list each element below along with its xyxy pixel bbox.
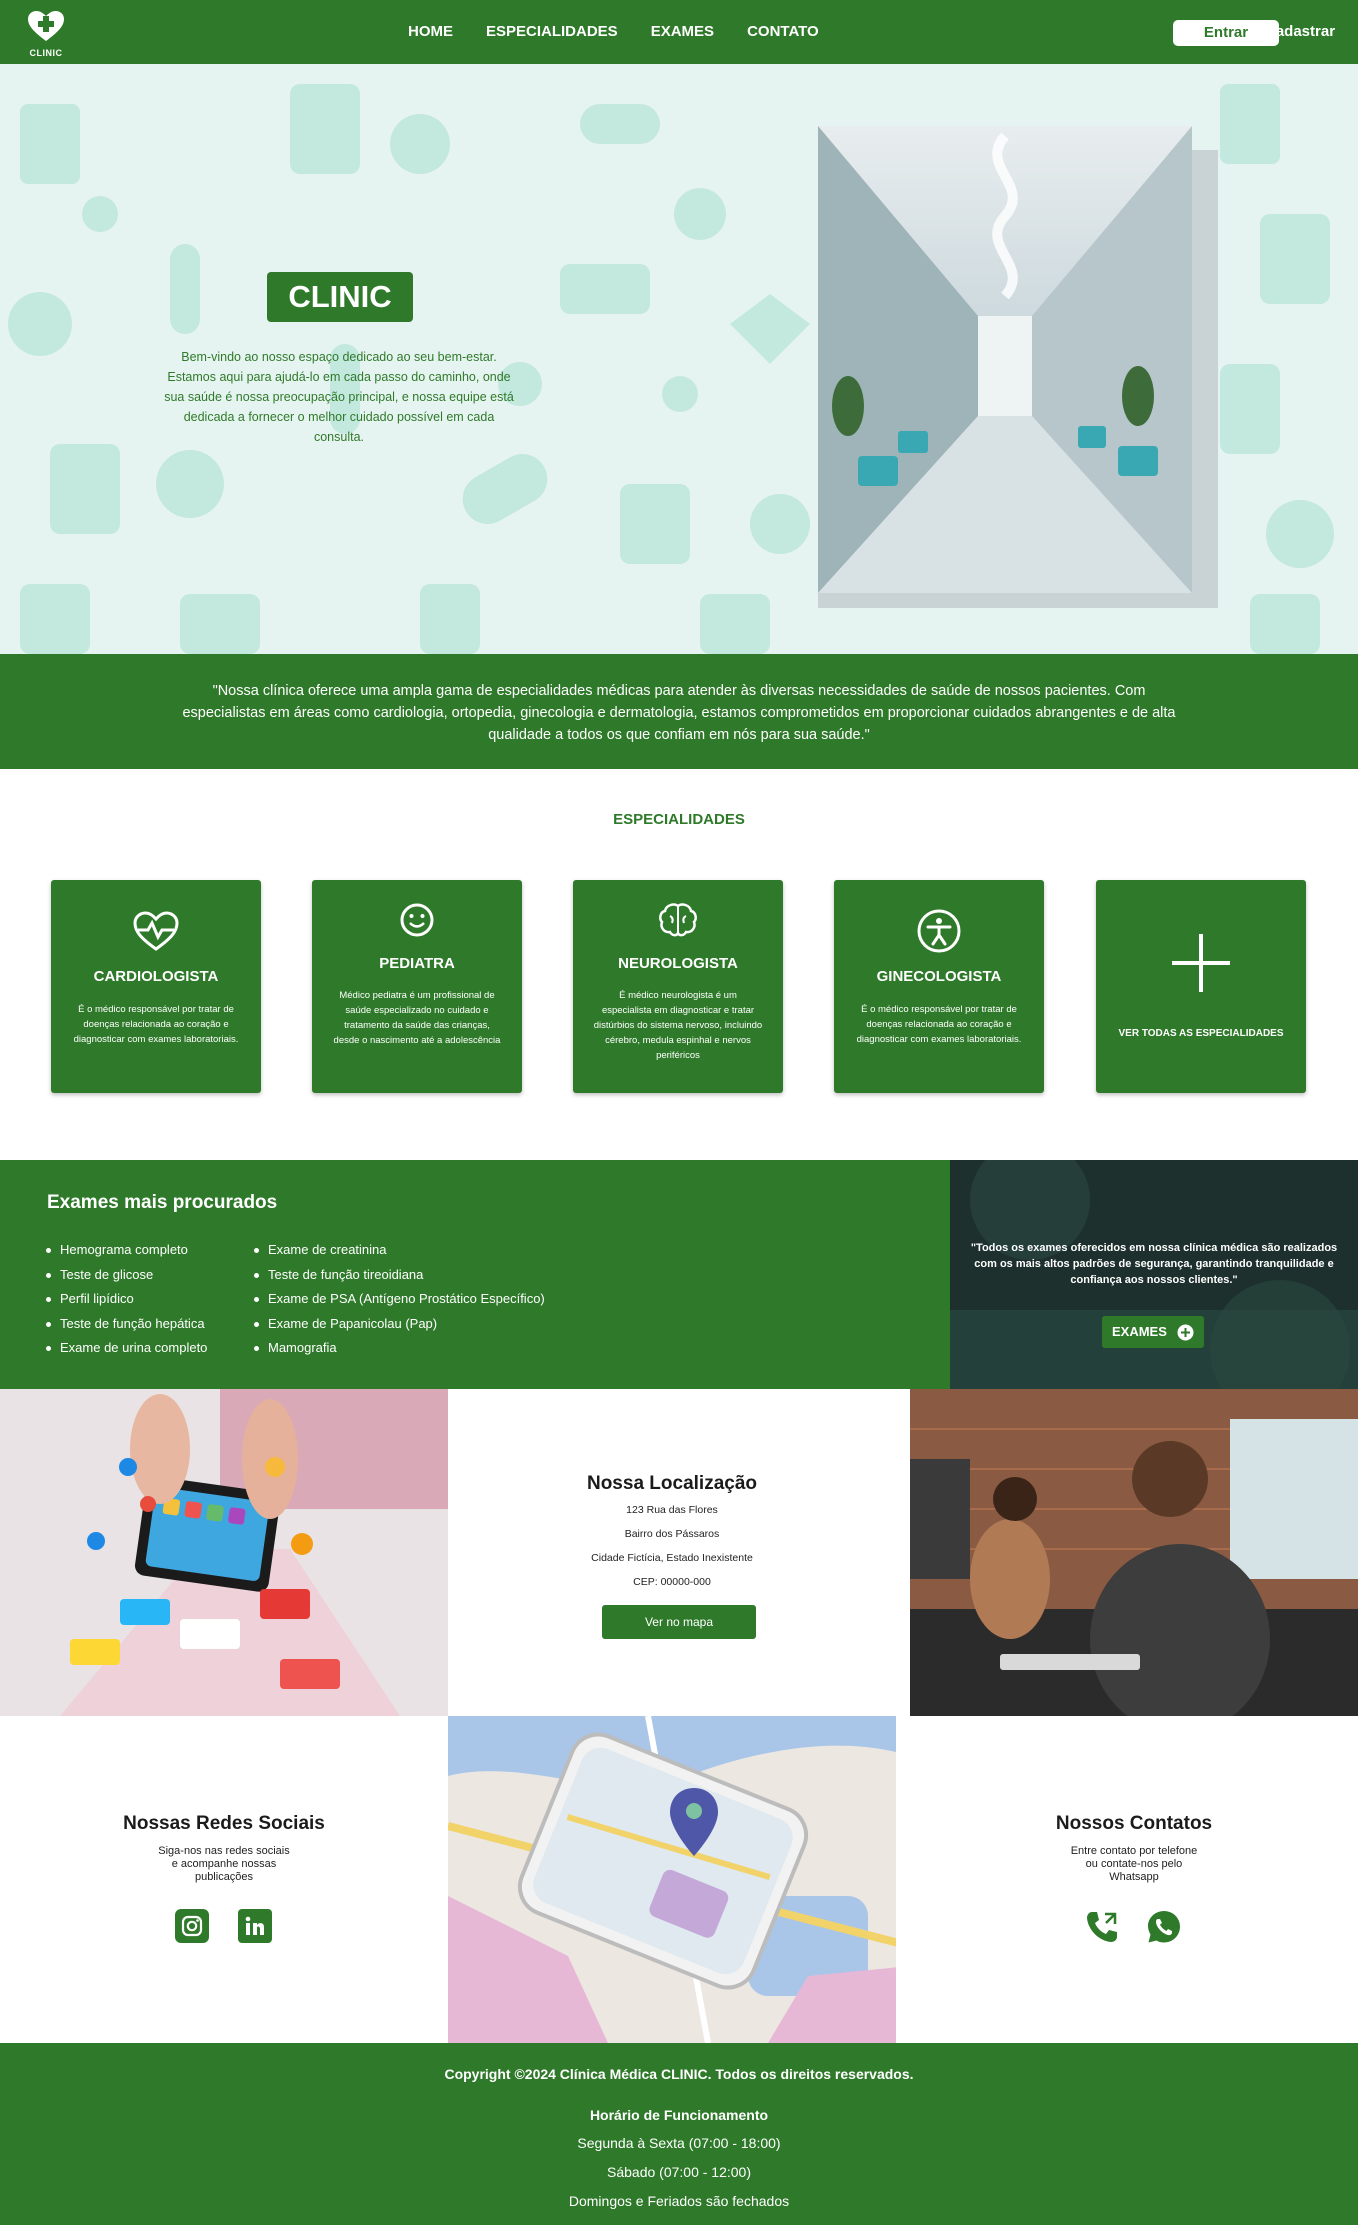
location-cep: CEP: 00000-000: [633, 1576, 711, 1588]
exam-item: Perfil lipídico: [46, 1287, 207, 1312]
contacts-title: Nossos Contatos: [1055, 1813, 1213, 1834]
plus-icon: [1172, 934, 1230, 992]
hero-section: CLINIC Bem-vindo ao nosso espaço dedicad…: [0, 64, 1358, 654]
view-all-label: VER TODAS AS ESPECIALIDADES: [1118, 1028, 1284, 1039]
location-district: Bairro dos Pássaros: [624, 1528, 720, 1540]
instagram-icon[interactable]: [175, 1909, 209, 1943]
nav-contato[interactable]: CONTATO: [747, 23, 819, 40]
social-subtitle-line: publicações: [194, 1871, 254, 1883]
contacts-panel: Nossos Contatos Entre contato por telefo…: [910, 1716, 1358, 2043]
specialty-card-cardiologista[interactable]: CARDIOLOGISTA É o médico responsável por…: [51, 880, 261, 1093]
accessibility-icon: [917, 909, 961, 953]
footer-weekdays: Segunda à Sexta (07:00 - 18:00): [577, 2135, 781, 2151]
social-subtitle-line: e acompanhe nossas: [171, 1858, 277, 1870]
exams-quote: "Todos os exames oferecidos em nossa clí…: [970, 1242, 1338, 1286]
view-map-button[interactable]: Ver no mapa: [602, 1605, 756, 1639]
exam-item: Teste de glicose: [46, 1263, 207, 1288]
specialty-title: NEUROLOGISTA: [618, 955, 738, 972]
footer: Copyright ©2024 Clínica Médica CLINIC. T…: [0, 2043, 1358, 2225]
clinic-logo[interactable]: CLINIC: [24, 10, 68, 58]
map-phone-illustration: [448, 1716, 896, 2043]
popular-exams-section: Exames mais procurados Hemograma complet…: [0, 1160, 950, 1389]
exam-item: Exame de Papanicolau (Pap): [254, 1312, 545, 1337]
social-subtitle-line: Siga-nos nas redes sociais: [158, 1845, 290, 1857]
view-all-specialties-card[interactable]: VER TODAS AS ESPECIALIDADES: [1096, 880, 1306, 1093]
hospital-corridor-image: [818, 126, 1192, 593]
footer-hours-title: Horário de Funcionamento: [589, 2107, 769, 2123]
nav-links: HOME ESPECIALIDADES EXAMES CONTATO: [408, 23, 819, 40]
nav-home[interactable]: HOME: [408, 23, 453, 40]
clinic-badge: CLINIC: [267, 272, 413, 322]
exams-promo-panel: "Todos os exames oferecidos em nossa clí…: [950, 1160, 1358, 1389]
footer-copyright: Copyright ©2024 Clínica Médica CLINIC. T…: [444, 2066, 914, 2082]
smiley-icon: [400, 903, 434, 937]
location-city: Cidade Fictícia, Estado Inexistente: [591, 1552, 753, 1564]
specialties-quote: "Nossa clínica oferece uma ampla gama de…: [182, 683, 1176, 743]
call-center-image: [910, 1389, 1358, 1716]
heart-pulse-icon: [133, 911, 179, 951]
heart-cross-logo-icon: [28, 11, 64, 41]
phone-call-icon[interactable]: [1084, 1909, 1120, 1945]
footer-sunday: Domingos e Feriados são fechados: [568, 2193, 790, 2209]
plus-circle-icon: [1177, 1324, 1194, 1341]
social-media-image: [0, 1389, 448, 1716]
exam-item: Teste de função hepática: [46, 1312, 207, 1337]
location-street: 123 Rua das Flores: [626, 1504, 718, 1516]
exam-item: Hemograma completo: [46, 1238, 207, 1263]
call-center-photo: [910, 1389, 1358, 1716]
exams-list-2: Exame de creatinina Teste de função tire…: [254, 1238, 545, 1361]
exams-button-label: EXAMES: [1112, 1324, 1167, 1339]
hero-welcome-text: Bem-vindo ao nosso espaço dedicado ao se…: [164, 350, 514, 444]
specialty-title: CARDIOLOGISTA: [93, 968, 219, 985]
map-phone-image: [448, 1716, 896, 2043]
whatsapp-icon[interactable]: [1146, 1909, 1182, 1945]
specialties-title: ESPECIALIDADES: [613, 811, 745, 828]
specialty-title: GINECOLOGISTA: [876, 968, 1002, 985]
specialty-card-ginecologista[interactable]: GINECOLOGISTA É o médico responsável por…: [834, 880, 1044, 1093]
specialty-desc: É o médico responsável por tratar de doe…: [856, 1004, 1022, 1045]
exam-item: Exame de PSA (Antígeno Prostático Especí…: [254, 1287, 545, 1312]
exams-title: Exames mais procurados: [47, 1192, 278, 1213]
phone-apps-illustration: [0, 1389, 448, 1716]
specialty-card-neurologista[interactable]: NEUROLOGISTA É médico neurologista é um …: [573, 880, 783, 1093]
social-title: Nossas Redes Sociais: [123, 1813, 325, 1834]
footer-saturday: Sábado (07:00 - 12:00): [607, 2164, 751, 2180]
specialties-quote-band: "Nossa clínica oferece uma ampla gama de…: [0, 654, 1358, 769]
location-panel: Nossa Localização 123 Rua das Flores Bai…: [448, 1389, 896, 1716]
top-navbar: CLINIC HOME ESPECIALIDADES EXAMES CONTAT…: [0, 0, 1358, 64]
nav-especialidades[interactable]: ESPECIALIDADES: [486, 23, 618, 40]
nav-exames[interactable]: EXAMES: [651, 23, 714, 40]
exams-button[interactable]: EXAMES: [1102, 1316, 1204, 1348]
linkedin-icon[interactable]: [238, 1909, 272, 1943]
contacts-subtitle-line: Whatsapp: [1109, 1871, 1159, 1883]
exams-list-1: Hemograma completo Teste de glicose Perf…: [46, 1238, 207, 1361]
location-title: Nossa Localização: [586, 1473, 758, 1494]
social-media-panel: Nossas Redes Sociais Siga-nos nas redes …: [0, 1716, 448, 2043]
specialty-desc: Médico pediatra é um profissional de saú…: [333, 990, 501, 1046]
specialty-card-pediatra[interactable]: PEDIATRA Médico pediatra é um profission…: [312, 880, 522, 1093]
specialty-desc: É o médico responsável por tratar de doe…: [73, 1004, 239, 1045]
specialty-desc: É médico neurologista é um especialista …: [593, 990, 763, 1061]
exam-item: Mamografia: [254, 1336, 545, 1361]
brain-icon: [659, 903, 697, 937]
login-button[interactable]: Entrar: [1173, 20, 1279, 46]
exam-item: Teste de função tireoidiana: [254, 1263, 545, 1288]
exam-item: Exame de creatinina: [254, 1238, 545, 1263]
specialty-title: PEDIATRA: [379, 955, 455, 972]
signup-button[interactable]: Cadastrar: [1265, 23, 1335, 40]
logo-text: CLINIC: [29, 48, 63, 58]
contacts-subtitle-line: ou contate-nos pelo: [1085, 1858, 1183, 1870]
exam-item: Exame de urina completo: [46, 1336, 207, 1361]
contacts-subtitle-line: Entre contato por telefone: [1070, 1845, 1198, 1857]
